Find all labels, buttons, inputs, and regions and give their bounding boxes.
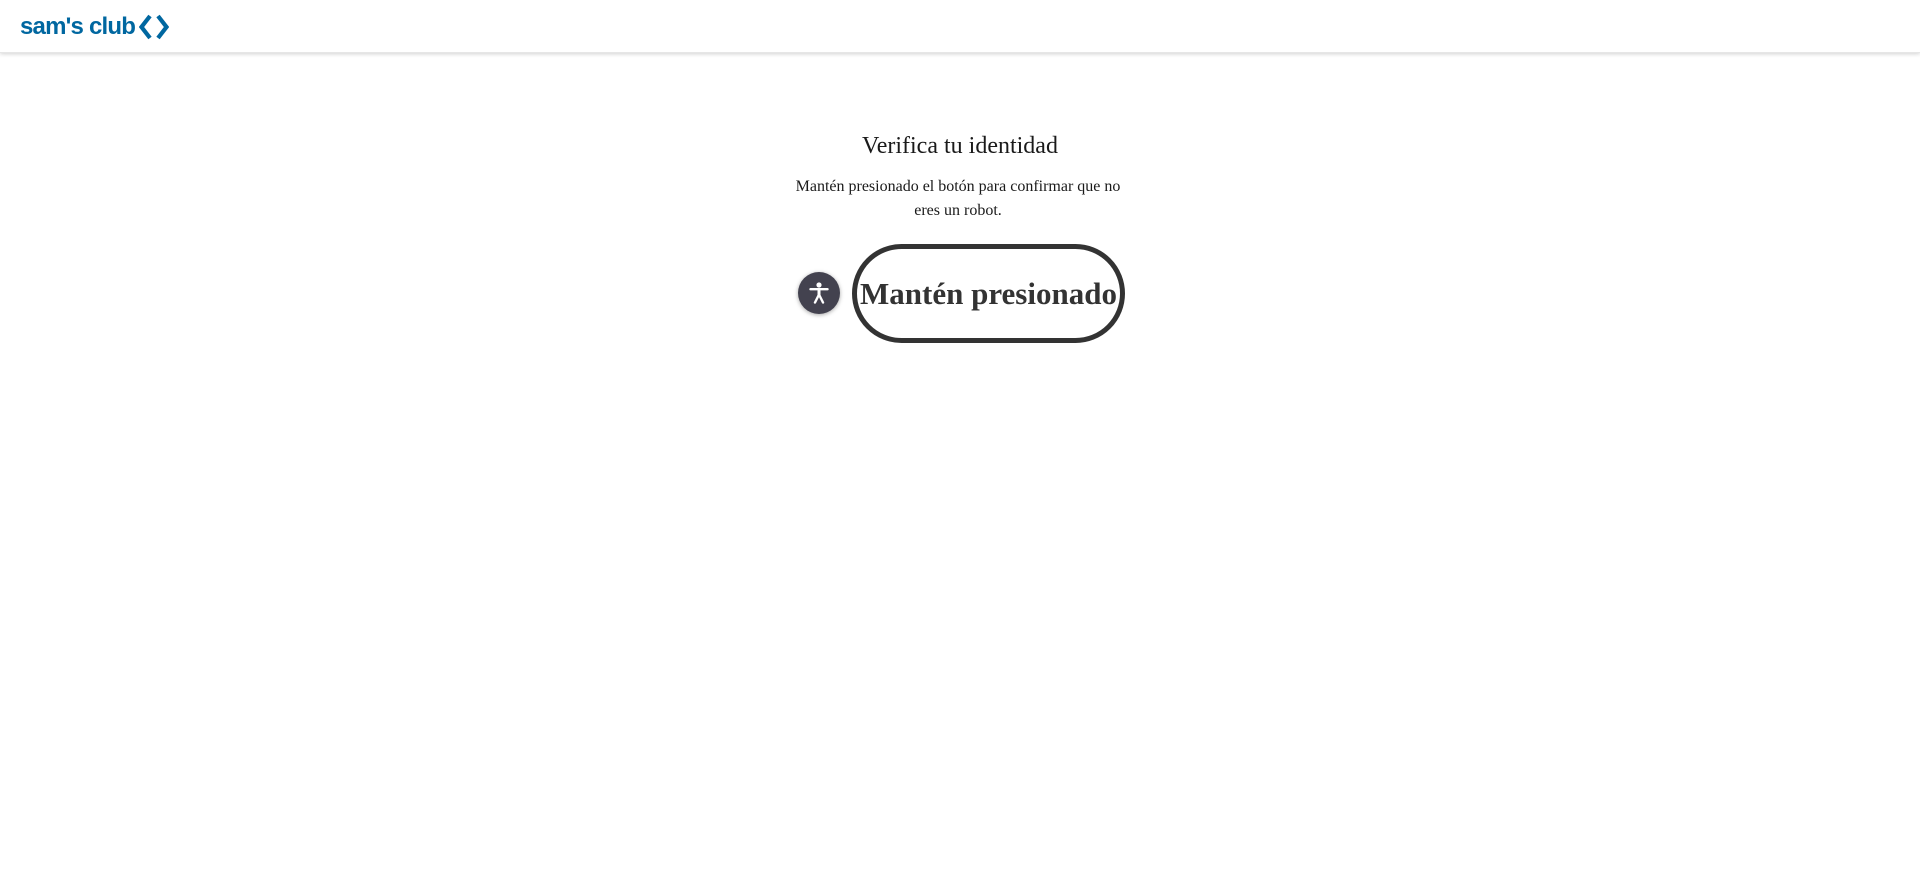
sams-club-logo[interactable]: sam's club	[20, 13, 170, 41]
press-and-hold-button[interactable]: Mantén presionado	[852, 244, 1125, 343]
site-header: sam's club	[0, 0, 1920, 53]
accessibility-button[interactable]	[798, 272, 840, 314]
verification-content: Verifica tu identidad Mantén presionado …	[0, 53, 1920, 888]
instructions-text: Mantén presionado el botón para confirma…	[795, 178, 1121, 219]
press-and-hold-label: Mantén presionado	[860, 275, 1117, 311]
diamond-logo-icon	[139, 14, 170, 40]
page-title: Verifica tu identidad	[862, 133, 1058, 159]
accessibility-icon	[809, 282, 829, 304]
logo-text: sam's club	[20, 13, 136, 40]
